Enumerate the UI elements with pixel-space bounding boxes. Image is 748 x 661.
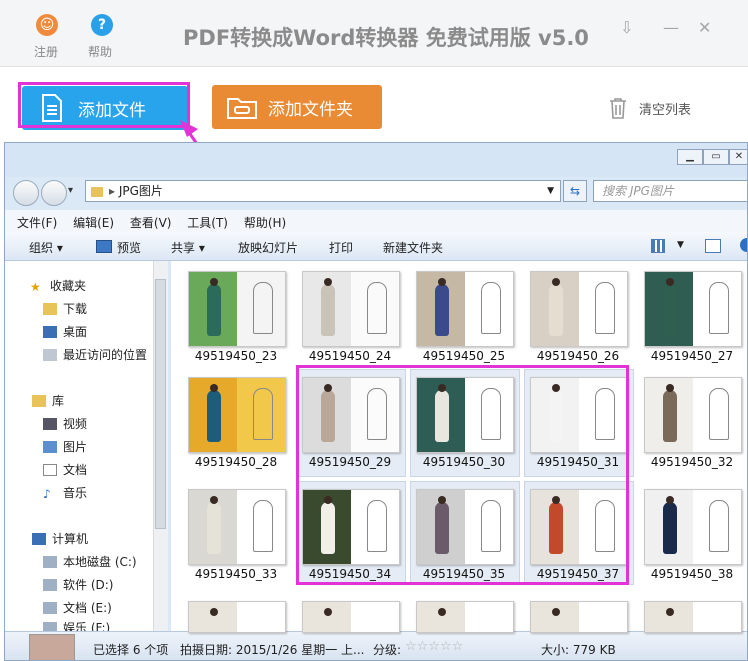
nav-videos[interactable]: 视频 [43,415,87,432]
menu-tools[interactable]: 工具(T) [187,216,228,230]
file-name-label[interactable]: 49519450_32 [644,455,740,469]
library-icon [32,394,46,407]
document-icon [43,463,57,476]
menu-file[interactable]: 文件(F) [17,216,57,230]
drive-icon [43,601,57,614]
file-name-label[interactable]: 49519450_27 [644,349,740,363]
nav-scrollbar-thumb[interactable] [155,279,166,529]
star-icon: ★ [30,279,41,294]
image-thumbnail[interactable] [644,377,742,453]
new-folder-button[interactable]: 新建文件夹 [383,239,443,256]
view-options-icon[interactable] [651,239,665,253]
desktop-icon [43,325,57,338]
history-dropdown-icon[interactable]: ▾ [68,185,73,196]
nav-favorites[interactable]: ★ 收藏夹 [30,277,86,294]
file-name-label[interactable]: 49519450_38 [644,567,740,581]
image-thumbnail-partial[interactable] [416,601,514,633]
explorer-maximize-button[interactable]: ▭ [703,149,729,165]
file-size: 大小: 779 KB [541,643,616,657]
image-thumbnail[interactable] [530,271,628,347]
image-thumbnail[interactable] [302,271,400,347]
nav-scrollbar[interactable] [153,261,168,632]
organize-button[interactable]: 组织 ▾ [29,239,63,256]
computer-icon [32,532,46,545]
nav-desktop[interactable]: 桌面 [43,323,87,340]
recent-places-icon [43,348,57,361]
menu-edit[interactable]: 编辑(E) [73,216,114,230]
image-thumbnail-partial[interactable] [530,601,628,633]
nav-documents[interactable]: 文档 [43,461,87,478]
slideshow-button[interactable]: 放映幻灯片 [238,239,298,256]
nav-music[interactable]: ♪ 音乐 [43,484,87,501]
file-name-label[interactable]: 49519450_33 [188,567,284,581]
nav-downloads[interactable]: 下载 [43,300,87,317]
view-dropdown-icon[interactable]: ▼ [677,240,684,250]
selection-count: 已选择 6 个项 [93,643,169,657]
video-icon [43,417,57,430]
folder-icon [91,186,103,197]
address-bar[interactable]: ▸ JPG图片 ▼ [85,180,561,202]
rating-label: 分级: [373,643,402,657]
explorer-titlebar [5,143,747,177]
refresh-button[interactable]: ⇆ [563,180,587,202]
file-name-label[interactable]: 49519450_26 [530,349,626,363]
downloads-folder-icon [43,302,57,315]
image-thumbnail-partial[interactable] [188,601,286,633]
search-input[interactable]: 搜索 JPG图片 [593,180,747,202]
music-note-icon: ♪ [43,486,51,501]
file-name-label[interactable]: 49519450_24 [302,349,398,363]
nav-drive-c[interactable]: 本地磁盘 (C:) [43,553,137,570]
preview-icon [96,240,112,253]
selection-thumbnail [29,634,75,660]
image-thumbnail[interactable] [644,489,742,565]
forward-button[interactable] [41,180,67,206]
highlight-box-selection [296,365,629,585]
nav-computer[interactable]: 计算机 [32,530,88,547]
file-name-label[interactable]: 49519450_28 [188,455,284,469]
nav-pictures[interactable]: 图片 [43,438,87,455]
image-thumbnail[interactable] [416,271,514,347]
drive-icon [43,555,57,568]
date-taken: 拍摄日期: 2015/1/26 星期一 上... [180,643,365,657]
nav-libraries[interactable]: 库 [32,392,64,409]
image-thumbnail[interactable] [188,377,286,453]
preview-pane-icon[interactable] [705,239,721,253]
command-bar: 组织 ▾ 预览 共享 ▾ 放映幻灯片 打印 新建文件夹 ▼ [5,232,747,261]
menu-bar: 文件(F) 编辑(E) 查看(V) 工具(T) 帮助(H) [5,210,747,232]
share-button[interactable]: 共享 ▾ [171,239,205,256]
preview-button[interactable]: 预览 [117,239,141,256]
explorer-close-button[interactable]: ✕ [729,149,747,165]
print-button[interactable]: 打印 [329,239,353,256]
nav-recent[interactable]: 最近访问的位置 [43,346,147,363]
address-path: JPG图片 [118,184,163,198]
nav-drive-d[interactable]: 软件 (D:) [43,576,113,593]
menu-help[interactable]: 帮助(H) [244,216,286,230]
file-name-label[interactable]: 49519450_23 [188,349,284,363]
image-thumbnail-partial[interactable] [644,601,742,633]
explorer-minimize-button[interactable]: ▁ [677,149,703,165]
image-thumbnail-partial[interactable] [302,601,400,633]
drive-icon [43,578,57,591]
image-thumbnail[interactable] [644,271,742,347]
file-name-label[interactable]: 49519450_25 [416,349,512,363]
address-dropdown-icon[interactable]: ▼ [547,181,554,201]
back-button[interactable] [13,180,39,206]
picture-icon [43,440,57,453]
nav-drive-e[interactable]: 文档 (E:) [43,599,112,616]
help-icon[interactable] [740,238,747,252]
rating-stars[interactable]: ☆☆☆☆☆ [405,639,463,654]
image-thumbnail[interactable] [188,489,286,565]
image-thumbnail[interactable] [188,271,286,347]
status-bar: 已选择 6 个项 拍摄日期: 2015/1/26 星期一 上... 分级: ☆☆… [5,631,747,660]
menu-view[interactable]: 查看(V) [130,216,172,230]
